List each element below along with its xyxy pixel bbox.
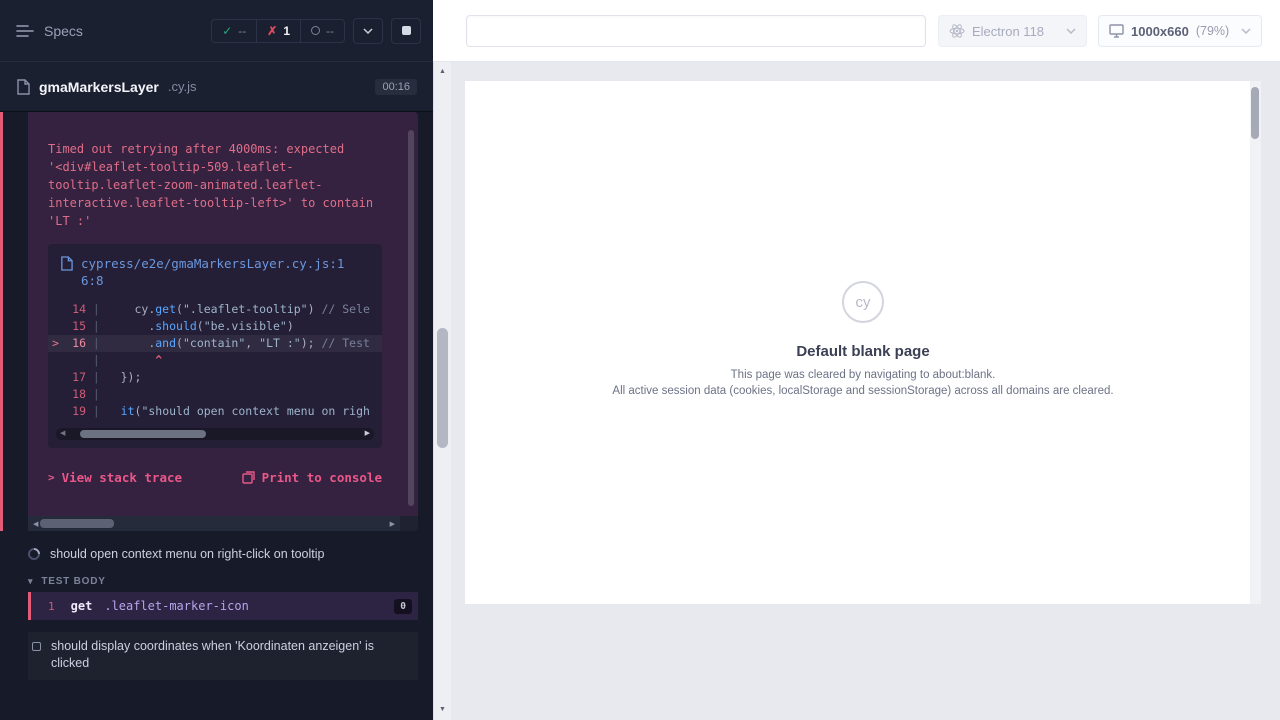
failed-attempt-indicator	[0, 112, 3, 531]
spec-extension: .cy.js	[168, 79, 197, 94]
queued-icon	[32, 642, 41, 651]
code-scrollbar-thumb[interactable]	[80, 430, 206, 438]
scroll-right-icon[interactable]: ▶	[365, 428, 370, 440]
chevron-down-icon	[1241, 28, 1251, 34]
command-number: 1	[31, 600, 55, 613]
spec-file-icon	[16, 79, 30, 95]
check-icon: ✓	[222, 24, 232, 38]
spec-name: gmaMarkersLayer	[39, 79, 159, 95]
passed-count: --	[238, 24, 246, 38]
error-panel-scrollbar-thumb[interactable]	[408, 130, 414, 506]
pending-circle-icon	[311, 26, 320, 35]
running-spinner-icon	[26, 546, 43, 563]
cypress-logo: cy	[842, 281, 884, 323]
viewport-scale: (79%)	[1196, 24, 1229, 38]
aut-scrollbar[interactable]	[1250, 81, 1261, 604]
pending-count: --	[326, 24, 334, 38]
stack-trace-label: View stack trace	[62, 470, 182, 485]
chevron-right-icon: >	[48, 471, 55, 484]
view-stack-trace-link[interactable]: > View stack trace	[48, 470, 182, 485]
runner-header: Electron 118 1000x660 (79%)	[433, 0, 1280, 62]
error-panel-hscroll-thumb[interactable]	[40, 519, 114, 528]
reporter-sidebar: Specs ✓ -- ✗ 1 --	[0, 0, 433, 720]
cypress-app: Specs ✓ -- ✗ 1 --	[0, 0, 1280, 720]
code-line: >16 | .and("contain", "LT :"); // Test	[48, 335, 382, 352]
test-title: should display coordinates when 'Koordin…	[51, 638, 401, 672]
code-frame-header: cypress/e2e/gmaMarkersLayer.cy.js:16:8	[48, 244, 382, 295]
spec-header[interactable]: gmaMarkersLayer .cy.js 00:16	[0, 62, 433, 112]
code-line: 14 | cy.get(".leaflet-tooltip") // Sele	[48, 301, 382, 318]
stop-button[interactable]	[391, 18, 421, 44]
browser-selector[interactable]: Electron 118	[938, 15, 1087, 47]
code-line: | ^	[48, 352, 382, 369]
specs-menu-icon[interactable]	[16, 24, 34, 38]
url-input[interactable]	[466, 15, 926, 47]
test-title: should open context menu on right-click …	[50, 547, 324, 561]
stop-icon	[402, 26, 411, 35]
runner-body: cy Default blank page This page was clea…	[451, 62, 1280, 720]
scroll-left-icon[interactable]: ◀	[60, 428, 65, 440]
test-stats: ✓ -- ✗ 1 --	[211, 19, 345, 43]
print-label: Print to console	[262, 470, 382, 485]
error-panel: Timed out retrying after 4000ms: expecte…	[28, 112, 418, 531]
collapse-tests-button[interactable]	[353, 18, 383, 44]
command-badge: 0	[394, 599, 412, 614]
file-icon	[60, 256, 73, 289]
reporter-header: Specs ✓ -- ✗ 1 --	[0, 0, 433, 62]
code-line: 19 | it("should open context menu on rig…	[48, 403, 382, 420]
code-line: 17 | });	[48, 369, 382, 386]
command-log-row[interactable]: 1 get .leaflet-marker-icon 0	[28, 592, 418, 620]
chevron-down-icon: ▾	[28, 576, 33, 587]
console-icon	[242, 471, 255, 484]
test-body-label: TEST BODY	[41, 576, 105, 587]
command-args: .leaflet-marker-icon	[104, 599, 249, 613]
runner-area: Electron 118 1000x660 (79%)	[433, 0, 1280, 720]
cross-icon: ✗	[267, 24, 277, 38]
error-panel-horizontal-scrollbar[interactable]: ◀ ▶	[28, 516, 400, 531]
blank-page-message: cy Default blank page This page was clea…	[465, 281, 1261, 397]
test-item-queued[interactable]: should display coordinates when 'Koordin…	[28, 632, 418, 680]
print-to-console-button[interactable]: Print to console	[242, 470, 382, 485]
test-item-running[interactable]: should open context menu on right-click …	[28, 541, 418, 567]
scrollbar-corner	[400, 516, 418, 531]
scroll-left-icon[interactable]: ◀	[33, 520, 38, 528]
browser-label: Electron 118	[972, 24, 1044, 39]
chevron-down-icon	[1066, 28, 1076, 34]
aut-frame: cy Default blank page This page was clea…	[465, 81, 1261, 604]
stat-failed: ✗ 1	[256, 20, 300, 42]
code-line: 18 |	[48, 386, 382, 403]
error-actions: > View stack trace Print to console	[48, 470, 382, 485]
code-line: 15 | .should("be.visible")	[48, 318, 382, 335]
command-method: get	[71, 599, 93, 613]
test-body-header[interactable]: ▾ TEST BODY	[28, 570, 106, 592]
blank-page-line: All active session data (cookies, localS…	[465, 385, 1261, 397]
blank-page-line: This page was cleared by navigating to a…	[465, 369, 1261, 381]
code-frame-file-link[interactable]: cypress/e2e/gmaMarkersLayer.cy.js:16:8	[81, 255, 349, 289]
scroll-right-icon[interactable]: ▶	[390, 520, 395, 528]
chevron-down-icon	[363, 28, 373, 34]
specs-menu[interactable]: Specs	[12, 23, 83, 39]
aut-scrollbar-thumb[interactable]	[1251, 87, 1259, 139]
spec-timer: 00:16	[375, 79, 417, 95]
error-message: Timed out retrying after 4000ms: expecte…	[48, 140, 388, 230]
viewport-size: 1000x660	[1131, 24, 1189, 39]
viewport-selector[interactable]: 1000x660 (79%)	[1098, 15, 1262, 47]
electron-icon	[949, 23, 965, 39]
stat-passed: ✓ --	[212, 20, 256, 42]
specs-label: Specs	[44, 23, 83, 39]
stat-pending: --	[300, 20, 344, 42]
reporter-controls: ✓ -- ✗ 1 --	[211, 18, 421, 44]
blank-page-title: Default blank page	[465, 343, 1261, 360]
code-horizontal-scrollbar[interactable]: ◀ ▶	[56, 428, 374, 440]
failed-count: 1	[283, 24, 290, 38]
code-frame: cypress/e2e/gmaMarkersLayer.cy.js:16:8 1…	[48, 244, 382, 448]
cypress-logo-text: cy	[856, 294, 871, 311]
code-snippet: 14 | cy.get(".leaflet-tooltip") // Sele …	[48, 295, 382, 422]
viewport-icon	[1109, 24, 1124, 38]
